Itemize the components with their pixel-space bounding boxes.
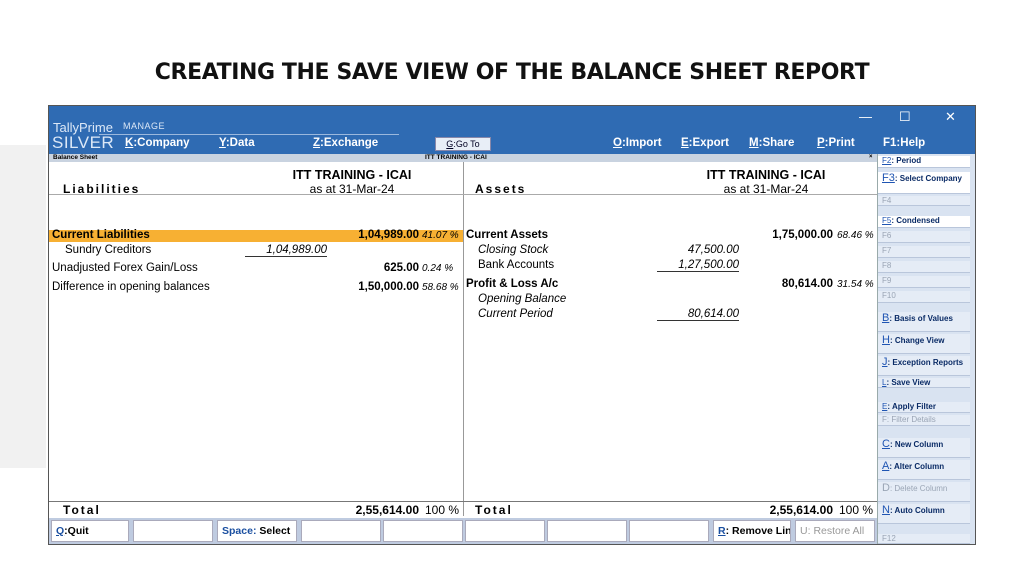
menu-share[interactable]: M:Share [749, 137, 794, 149]
column-divider [463, 162, 464, 516]
menu-export[interactable]: E:Export [681, 137, 729, 149]
asset-sub-amount: 80,614.00 [657, 308, 739, 321]
topbar-divider [99, 134, 399, 135]
report-subbar: Balance Sheet ITT TRAINING - ICAI × [49, 154, 877, 162]
liability-row-difference[interactable]: Difference in opening balances [52, 281, 210, 293]
rp-auto-column-button[interactable]: N: Auto Column [878, 504, 970, 524]
bottom-slot-empty [629, 520, 709, 542]
liability-pct: 41.07 % [422, 230, 459, 241]
brand-manage: MANAGE [123, 121, 166, 131]
report-name: Balance Sheet [53, 154, 98, 161]
slide-title: CREATING THE SAVE VIEW OF THE BALANCE SH… [154, 60, 870, 85]
rp-f6-button: F6 [878, 231, 970, 243]
remove-line-button[interactable]: R: Remove Line [713, 520, 791, 542]
rp-filter-details-button: F: Filter Details [878, 415, 970, 426]
rp-f9-button: F9 [878, 276, 970, 288]
total-divider [49, 501, 877, 502]
subbar-close-icon[interactable]: × [869, 154, 873, 160]
rp-f10-button: F10 [878, 291, 970, 303]
asset-amount: 1,75,000.00 [772, 229, 833, 241]
side-shade [0, 145, 46, 468]
bottom-slot-empty [301, 520, 381, 542]
liability-amount: 625.00 [383, 262, 419, 274]
goto-button[interactable]: G:Go To [435, 137, 491, 151]
tally-window: TallyPrime MANAGE SILVER K:Company Y:Dat… [48, 105, 976, 545]
liability-row-current-liabilities[interactable]: Current Liabilities [52, 229, 150, 241]
total-right-pct: 100 % [839, 503, 874, 517]
asset-row-current-assets[interactable]: Current Assets [466, 229, 548, 241]
bottom-slot-empty [547, 520, 627, 542]
space-select-button[interactable]: Space: Select [217, 520, 297, 542]
asset-pct: 31.54 % [837, 279, 874, 290]
rp-period-button[interactable]: F2: Period [878, 156, 970, 168]
rp-select-company-button[interactable]: F3: Select Company [878, 172, 970, 194]
asset-row-current-period[interactable]: Current Period [478, 308, 553, 320]
liability-row-sundry-creditors[interactable]: Sundry Creditors [65, 244, 151, 256]
asset-sub-amount: 1,27,500.00 [657, 259, 739, 272]
bottom-slot-empty [133, 520, 213, 542]
rp-apply-filter-button[interactable]: E: Apply Filter [878, 402, 970, 413]
restore-all-button[interactable]: U: Restore All [795, 520, 875, 542]
header-divider [49, 194, 877, 195]
minimize-icon[interactable]: — [859, 109, 872, 124]
rp-delete-column-button: D: Delete Column [878, 482, 970, 502]
asset-row-profit-loss[interactable]: Profit & Loss A/c [466, 278, 558, 290]
rp-basis-of-values-button[interactable]: B: Basis of Values [878, 312, 970, 332]
asset-pct: 68.46 % [837, 230, 874, 241]
asset-row-opening-balance[interactable]: Opening Balance [478, 293, 566, 305]
menu-import[interactable]: O:Import [613, 137, 662, 149]
rp-f12-button: F12 [878, 534, 970, 544]
rp-condensed-button[interactable]: F5: Condensed [878, 216, 970, 228]
rp-new-column-button[interactable]: C: New Column [878, 438, 970, 458]
asset-row-bank-accounts[interactable]: Bank Accounts [478, 259, 554, 271]
asset-sub-amount: 47,500.00 [687, 244, 739, 256]
close-icon[interactable]: ✕ [945, 109, 956, 125]
bottom-bar: Q:Quit Space: Select R: Remove Line U: R… [49, 518, 877, 544]
total-label-left: Total [63, 503, 101, 517]
brand-edition: SILVER [52, 133, 115, 152]
quit-button[interactable]: Q:Quit [51, 520, 129, 542]
rp-alter-column-button[interactable]: A: Alter Column [878, 460, 970, 480]
top-bar: TallyPrime MANAGE SILVER K:Company Y:Dat… [49, 106, 975, 154]
menu-help[interactable]: F1:Help [883, 137, 925, 149]
rp-exception-reports-button[interactable]: J: Exception Reports [878, 356, 970, 376]
menu-data[interactable]: Y:Data [219, 137, 255, 149]
bottom-slot-empty [465, 520, 545, 542]
slide: CREATING THE SAVE VIEW OF THE BALANCE SH… [0, 0, 1024, 576]
rp-f8-button: F8 [878, 261, 970, 273]
total-left-pct: 100 % [425, 503, 460, 517]
total-right-amount: 2,55,614.00 [769, 503, 833, 517]
bottom-slot-empty [383, 520, 463, 542]
subbar-company: ITT TRAINING - ICAI [425, 154, 487, 161]
menu-print[interactable]: P:Print [817, 137, 855, 149]
menu-exchange[interactable]: Z:Exchange [313, 137, 378, 149]
liability-sub-amount: 1,04,989.00 [245, 244, 327, 257]
menu-company[interactable]: K:Company [125, 137, 190, 149]
liabilities-company: ITT TRAINING - ICAI [292, 168, 412, 182]
liability-amount: 1,50,000.00 [358, 281, 419, 293]
rp-save-view-button[interactable]: L: Save View [878, 378, 970, 388]
rp-f7-button: F7 [878, 246, 970, 258]
liability-pct: 58.68 % [422, 282, 459, 293]
asset-amount: 80,614.00 [781, 278, 833, 290]
liability-row-forex[interactable]: Unadjusted Forex Gain/Loss [52, 262, 198, 274]
rp-f4-button: F4 [878, 196, 970, 206]
liability-pct: 0.24 % [422, 263, 454, 274]
liability-amount: 1,04,989.00 [358, 229, 419, 241]
total-label-right: Total [475, 503, 513, 517]
right-button-panel: F2: Period F3: Select Company F4 F5: Con… [877, 154, 975, 544]
total-left-amount: 2,55,614.00 [355, 503, 419, 517]
rp-change-view-button[interactable]: H: Change View [878, 334, 970, 354]
assets-company: ITT TRAINING - ICAI [706, 168, 826, 182]
asset-row-closing-stock[interactable]: Closing Stock [478, 244, 548, 256]
maximize-icon[interactable]: ☐ [899, 109, 911, 125]
